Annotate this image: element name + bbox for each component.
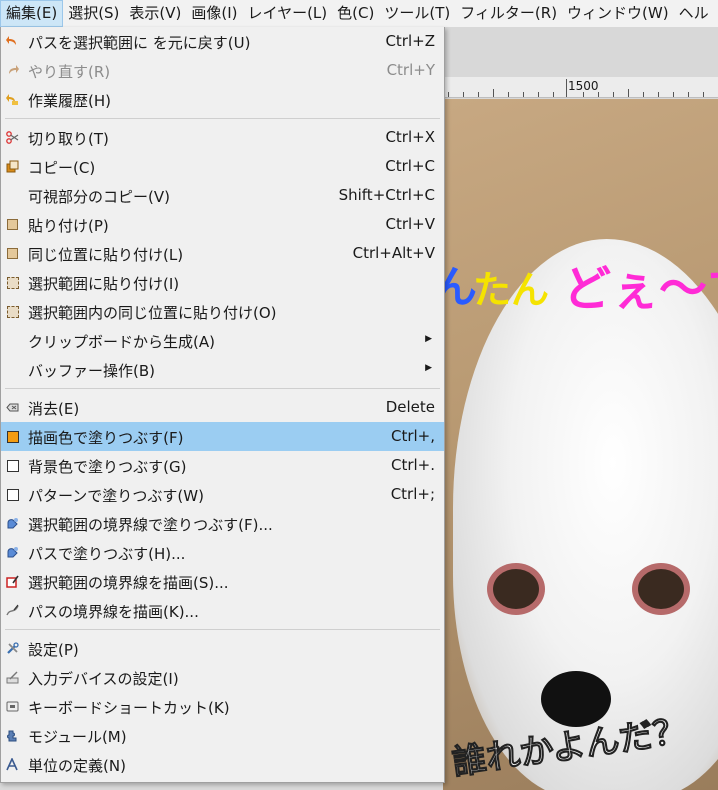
horizontal-ruler: 1500 (443, 77, 718, 98)
dog-left-eye (493, 569, 539, 609)
menu-select[interactable]: 選択(S) (63, 0, 124, 27)
undo-icon (6, 35, 19, 48)
menu-separator (5, 388, 440, 389)
menu-item-preferences[interactable]: 設定(P) (1, 634, 444, 663)
menu-separator (5, 118, 440, 119)
stroke-selection-icon (6, 575, 19, 588)
submenu-arrow-icon: ▶ (425, 363, 432, 373)
keyboard-icon (6, 700, 19, 713)
paste-into-icon (6, 276, 19, 289)
menu-item-copy-visible[interactable]: 可視部分のコピー(V) Shift+Ctrl+C (1, 181, 444, 210)
paste-in-place-icon (6, 247, 19, 260)
menu-item-undo[interactable]: パスを選択範囲に を元に戻す(U) Ctrl+Z (1, 27, 444, 56)
menu-view[interactable]: 表示(V) (124, 0, 186, 27)
menu-item-copy[interactable]: コピー(C) Ctrl+C (1, 152, 444, 181)
photo-text-pink: どぇ〜す (563, 261, 718, 317)
modules-icon (6, 729, 19, 742)
menu-item-fill-path[interactable]: パスで塗りつぶす(H)... (1, 538, 444, 567)
menu-item-fill-bg[interactable]: 背景色で塗りつぶす(G) Ctrl+. (1, 451, 444, 480)
stroke-path-icon (6, 604, 19, 617)
menu-layer[interactable]: レイヤー(L) (243, 0, 333, 27)
scissors-icon (6, 131, 19, 144)
menu-separator (5, 629, 440, 630)
fg-fill-icon (6, 430, 19, 443)
menu-item-undo-history[interactable]: 作業履歴(H) (1, 85, 444, 114)
canvas-area[interactable]: 1500 ん たん どぇ〜す 誰れかよんだ？ (443, 27, 718, 790)
units-icon (6, 758, 19, 771)
menu-tools[interactable]: ツール(T) (379, 0, 455, 27)
menu-item-keyboard-shortcuts[interactable]: キーボードショートカット(K) (1, 692, 444, 721)
menu-item-stroke-path[interactable]: パスの境界線を描画(K)... (1, 596, 444, 625)
menubar: 編集(E) 選択(S) 表示(V) 画像(I) レイヤー(L) 色(C) ツール… (0, 0, 718, 28)
menu-item-fill-pattern[interactable]: パターンで塗りつぶす(W) Ctrl+; (1, 480, 444, 509)
pattern-fill-icon (6, 488, 19, 501)
menu-item-redo[interactable]: やり直す(R) Ctrl+Y (1, 56, 444, 85)
image-canvas[interactable]: ん たん どぇ〜す 誰れかよんだ？ (443, 99, 718, 790)
history-icon (6, 93, 19, 106)
preferences-icon (6, 642, 19, 655)
photo-text-blue: ん (443, 262, 477, 313)
edit-menu-dropdown: パスを選択範囲に を元に戻す(U) Ctrl+Z やり直す(R) Ctrl+Y … (0, 27, 445, 783)
menu-item-paste-in-place[interactable]: 同じ位置に貼り付け(L) Ctrl+Alt+V (1, 239, 444, 268)
menu-windows[interactable]: ウィンドウ(W) (562, 0, 674, 27)
clear-icon (6, 401, 19, 414)
menu-item-units[interactable]: 単位の定義(N) (1, 750, 444, 779)
ruler-label: 1500 (568, 79, 599, 93)
input-devices-icon (6, 671, 19, 684)
menu-item-input-devices[interactable]: 入力デバイスの設定(I) (1, 663, 444, 692)
fill-path-icon (6, 546, 19, 559)
menu-item-cut[interactable]: 切り取り(T) Ctrl+X (1, 123, 444, 152)
menu-item-paste[interactable]: 貼り付け(P) Ctrl+V (1, 210, 444, 239)
menu-item-paste-into[interactable]: 選択範囲に貼り付け(I) (1, 268, 444, 297)
fill-selection-icon (6, 517, 19, 530)
menu-item-stroke-selection[interactable]: 選択範囲の境界線を描画(S)... (1, 567, 444, 596)
dog-right-eye (638, 569, 684, 609)
menu-item-buffer[interactable]: バッファー操作(B) ▶ (1, 355, 444, 384)
menu-item-fill-fg[interactable]: 描画色で塗りつぶす(F) Ctrl+, (1, 422, 444, 451)
menu-item-clear[interactable]: 消去(E) Delete (1, 393, 444, 422)
bg-fill-icon (6, 459, 19, 472)
menu-item-fill-selection[interactable]: 選択範囲の境界線で塗りつぶす(F)... (1, 509, 444, 538)
copy-icon (6, 160, 19, 173)
menu-edit[interactable]: 編集(E) (0, 0, 64, 27)
menu-item-paste-into-in-place[interactable]: 選択範囲内の同じ位置に貼り付け(O) (1, 297, 444, 326)
photo-text-yellow: たん (473, 268, 550, 312)
menu-filters[interactable]: フィルター(R) (455, 0, 562, 27)
menu-item-paste-as[interactable]: クリップボードから生成(A) ▶ (1, 326, 444, 355)
menu-item-modules[interactable]: モジュール(M) (1, 721, 444, 750)
submenu-arrow-icon: ▶ (425, 334, 432, 344)
paste-into-in-place-icon (6, 305, 19, 318)
menu-help[interactable]: ヘル (674, 0, 714, 27)
paste-icon (6, 218, 19, 231)
redo-icon (6, 64, 19, 77)
menu-colors[interactable]: 色(C) (332, 0, 379, 27)
menu-image[interactable]: 画像(I) (186, 0, 242, 27)
